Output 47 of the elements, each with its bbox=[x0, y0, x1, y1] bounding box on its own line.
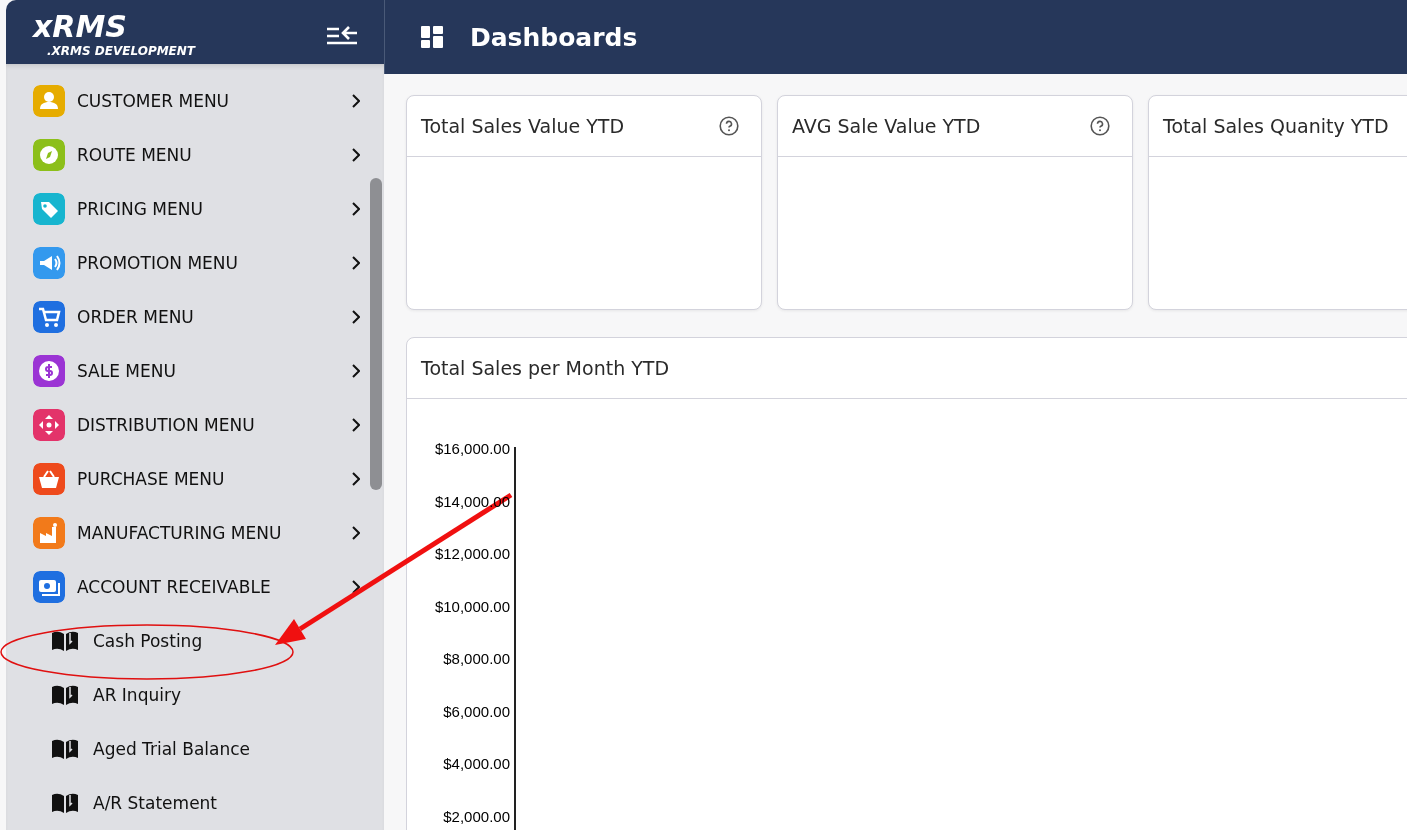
card-title: AVG Sale Value YTD bbox=[792, 115, 981, 137]
submenu-item[interactable]: A/R Statement bbox=[6, 776, 384, 830]
chevron-right-icon bbox=[352, 580, 360, 594]
axis-tick-label: $4,000.00 bbox=[443, 754, 510, 774]
axis-tick-label: $6,000.00 bbox=[443, 701, 510, 722]
collapse-menu-icon[interactable] bbox=[326, 24, 358, 46]
menu-item[interactable]: PRICING MENU bbox=[6, 182, 384, 236]
chevron-right-icon bbox=[352, 94, 360, 108]
app-subtitle: .XRMS DEVELOPMENT bbox=[47, 44, 196, 58]
menu-item[interactable]: SALE MENU bbox=[6, 344, 384, 398]
chevron-right-icon bbox=[352, 310, 360, 324]
menu-item[interactable]: ORDER MENU bbox=[6, 290, 384, 344]
menu-item[interactable]: DISTRIBUTION MENU bbox=[6, 398, 384, 452]
chevron-right-icon bbox=[352, 148, 360, 162]
chevron-right-icon bbox=[352, 256, 360, 270]
menu-item[interactable]: MANUFACTURING MENU bbox=[6, 506, 384, 560]
page-title: Dashboards bbox=[470, 22, 638, 52]
help-icon[interactable] bbox=[719, 116, 739, 136]
chevron-right-icon bbox=[352, 418, 360, 432]
book-icon bbox=[51, 792, 79, 814]
submenu-item[interactable]: Cash Posting bbox=[6, 614, 384, 668]
submenu-item[interactable]: Aged Trial Balance bbox=[6, 722, 384, 776]
book-icon bbox=[51, 630, 79, 652]
chevron-right-icon bbox=[352, 364, 360, 378]
book-icon bbox=[51, 738, 79, 760]
dashboard-icon bbox=[421, 26, 443, 48]
menu-item[interactable]: CUSTOMER MENU bbox=[6, 74, 384, 128]
menu-item[interactable]: ROUTE MENU bbox=[6, 128, 384, 182]
axis-tick-label: $2,000.00 bbox=[443, 806, 510, 827]
app-logo: xRMS bbox=[33, 10, 128, 44]
submenu-item[interactable]: AR Inquiry bbox=[6, 668, 384, 722]
axis-tick-label: $12,000.00 bbox=[434, 544, 510, 564]
card-title: Total Sales Value YTD bbox=[421, 115, 625, 137]
axis-tick-label: $16,000.00 bbox=[434, 439, 510, 459]
menu-item[interactable]: ACCOUNT RECEIVABLE bbox=[6, 560, 384, 614]
menu-item[interactable]: PROMOTION MENU bbox=[6, 236, 384, 290]
chart-title: Total Sales per Month YTD bbox=[421, 357, 670, 379]
scrollbar[interactable] bbox=[370, 178, 382, 490]
card-title: Total Sales Quanity YTD bbox=[1163, 115, 1389, 137]
chevron-right-icon bbox=[352, 526, 360, 540]
menu-item[interactable]: PURCHASE MENU bbox=[6, 452, 384, 506]
chevron-right-icon bbox=[352, 472, 360, 486]
book-icon bbox=[51, 684, 79, 706]
axis-tick-label: $10,000.00 bbox=[434, 596, 510, 617]
help-icon[interactable] bbox=[1090, 116, 1110, 136]
axis-tick-label: $8,000.00 bbox=[443, 649, 510, 669]
chevron-right-icon bbox=[352, 202, 360, 216]
